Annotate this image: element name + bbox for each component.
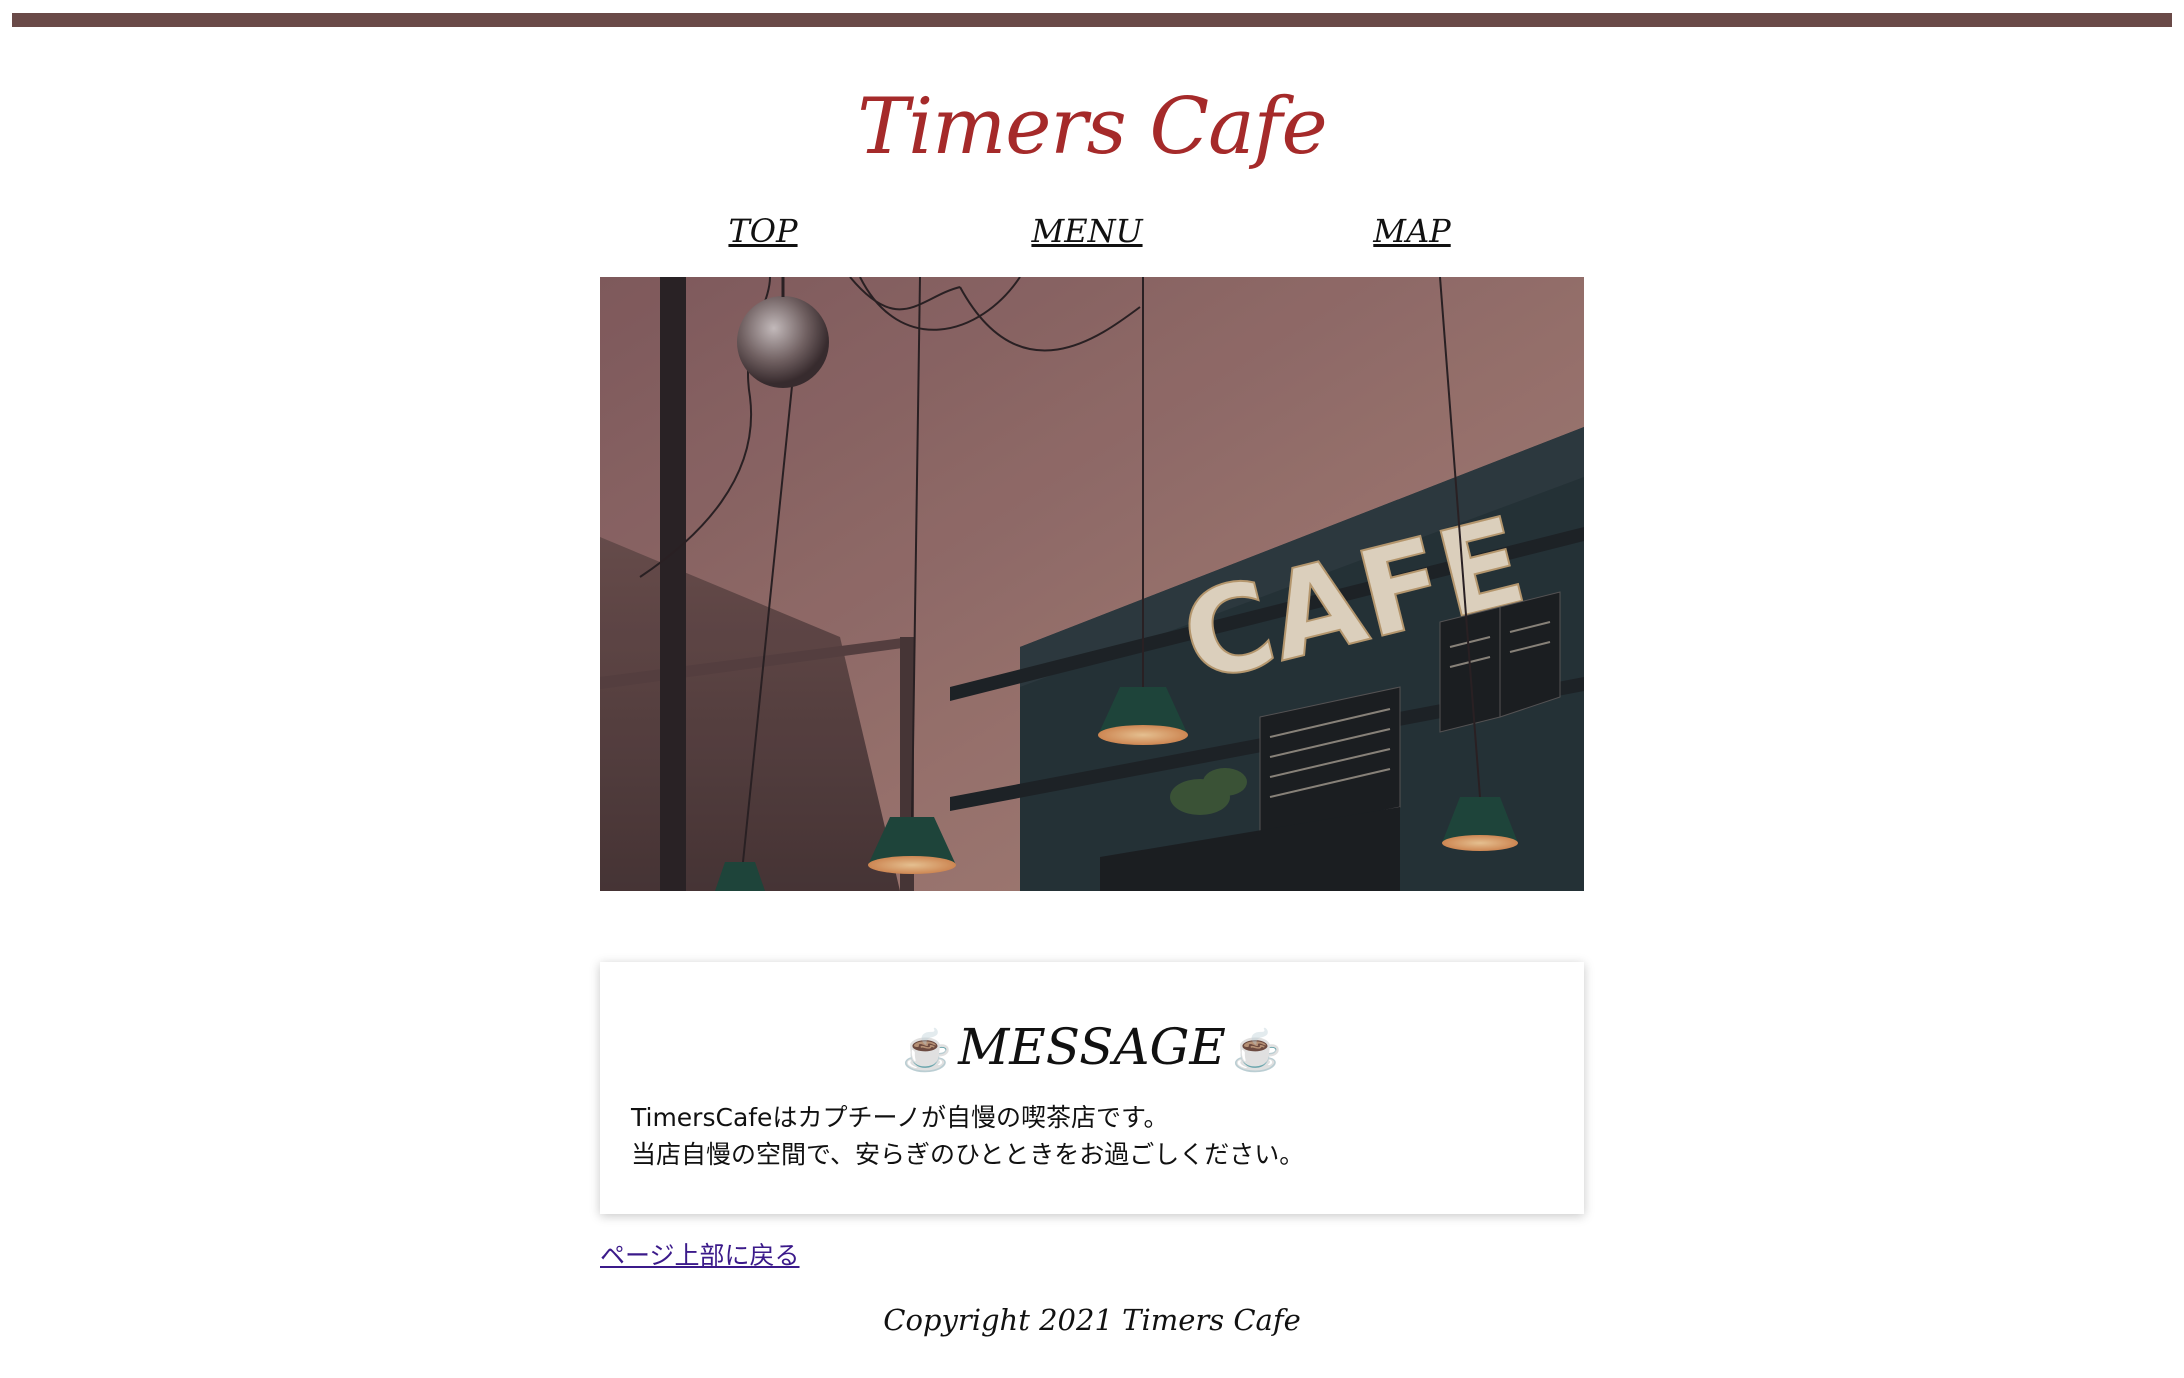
nav-link-map[interactable]: MAP [1373,208,1450,254]
nav-link-menu[interactable]: MENU [1031,208,1142,254]
hero-image: CAFE [600,277,1584,891]
message-body: TimersCafeはカプチーノが自慢の喫茶店です。 当店自慢の空間で、安らぎの… [631,1099,1551,1173]
message-title-text: MESSAGE [958,1018,1226,1076]
message-line: TimersCafeはカプチーノが自慢の喫茶店です。 [631,1103,1169,1132]
nav-link-top[interactable]: TOP [728,208,797,254]
message-card: ☕ MESSAGE ☕ TimersCafeはカプチーノが自慢の喫茶店です。 当店自… [600,962,1584,1214]
top-accent-bar [12,13,2172,27]
message-line: 当店自慢の空間で、安らぎのひとときをお過ごしください。 [631,1140,1305,1169]
coffee-cup-icon: ☕ [1231,1028,1282,1074]
back-to-top-link[interactable]: ページ上部に戻る [600,1238,800,1274]
coffee-cup-icon: ☕ [902,1028,953,1074]
site-logo[interactable]: Timers Cafe [0,72,2184,182]
main-nav: TOP MENU MAP [0,208,2184,258]
message-heading: ☕ MESSAGE ☕ [600,1012,1584,1086]
copyright-text: Copyright 2021 Timers Cafe [883,1303,1301,1337]
